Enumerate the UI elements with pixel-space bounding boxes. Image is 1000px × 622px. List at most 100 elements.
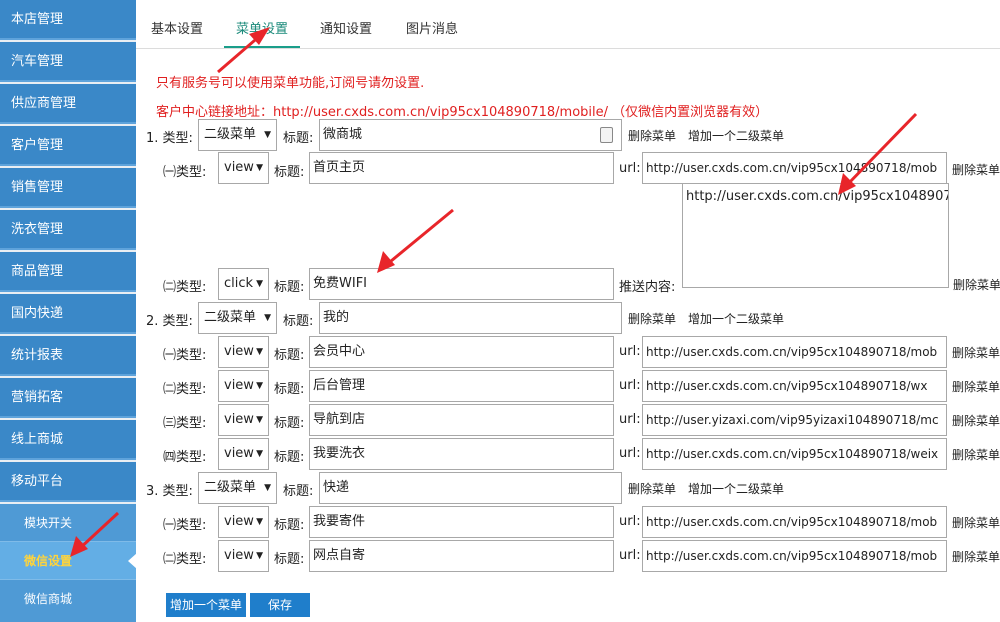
sub-3-1-delete[interactable]: 删除菜单 xyxy=(952,514,1000,531)
sub-2-1-url-input[interactable]: http://user.cxds.com.cn/vip95cx104890718… xyxy=(642,336,947,368)
chevron-down-icon: ▼ xyxy=(256,381,263,391)
sidebar-item-sales[interactable]: 销售管理 xyxy=(0,168,136,208)
sidebar-sub-wechat-mall[interactable]: 微信商城 xyxy=(0,580,136,622)
chevron-down-icon: ▼ xyxy=(256,415,263,425)
sub-3-1-url-input[interactable]: http://user.cxds.com.cn/vip95cx104890718… xyxy=(642,506,947,538)
sub-1-1-type-select[interactable]: view ▼ xyxy=(218,152,269,184)
sub-2-2-type-select[interactable]: view ▼ xyxy=(218,370,269,402)
contact-card-icon xyxy=(600,127,613,143)
menu-3-title-input[interactable]: 快递 xyxy=(319,472,622,504)
sidebar-item-store[interactable]: 本店管理 xyxy=(0,0,136,40)
sub-2-3-delete[interactable]: 删除菜单 xyxy=(952,412,1000,429)
sub-2-4-title-input[interactable]: 我要洗衣 xyxy=(309,438,614,470)
sub-2-2-title-label: 标题: xyxy=(274,382,305,397)
menu-1-title-label: 标题: xyxy=(283,131,314,146)
sidebar-sub-module-switch[interactable]: 模块开关 xyxy=(0,504,136,542)
menu-1-label: 1. 类型: xyxy=(146,131,193,146)
sub-1-2-type-select[interactable]: click ▼ xyxy=(218,268,269,300)
menu-2-add-sub[interactable]: 增加一个二级菜单 xyxy=(688,310,784,327)
sub-2-1-title-input[interactable]: 会员中心 xyxy=(309,336,614,368)
sub-3-2-url-label: url: xyxy=(619,548,641,563)
chevron-down-icon: ▼ xyxy=(256,347,263,357)
sidebar-item-customer[interactable]: 客户管理 xyxy=(0,126,136,166)
sub-2-3-type-select[interactable]: view ▼ xyxy=(218,404,269,436)
sub-3-2-delete[interactable]: 删除菜单 xyxy=(952,548,1000,565)
menu-3-type-select[interactable]: 二级菜单 ▼ xyxy=(198,472,277,504)
sub-2-3-url-label: url: xyxy=(619,412,641,427)
chevron-down-icon: ▼ xyxy=(256,517,263,527)
tab-image-message[interactable]: 图片消息 xyxy=(406,18,458,48)
sidebar-item-mobile[interactable]: 移动平台 xyxy=(0,462,136,502)
sub-2-1-delete[interactable]: 删除菜单 xyxy=(952,344,1000,361)
menu-1-add-sub[interactable]: 增加一个二级菜单 xyxy=(688,127,784,144)
sidebar-item-marketing[interactable]: 营销拓客 xyxy=(0,378,136,418)
sidebar-item-laundry[interactable]: 洗衣管理 xyxy=(0,210,136,250)
sub-1-2-content-textarea[interactable]: http://user.cxds.com.cn/vip95cx104890718… xyxy=(682,183,949,288)
sub-1-1-title-input[interactable]: 首页主页 xyxy=(309,152,614,184)
tab-basic-settings[interactable]: 基本设置 xyxy=(151,18,203,48)
sub-2-1-url-label: url: xyxy=(619,344,641,359)
sub-2-4-delete[interactable]: 删除菜单 xyxy=(952,446,1000,463)
tab-bar: 基本设置 菜单设置 通知设置 图片消息 xyxy=(136,0,1000,49)
sub-2-3-url-input[interactable]: http://user.yizaxi.com/vip95yizaxi104890… xyxy=(642,404,947,436)
menu-1-title-input[interactable]: 微商城 xyxy=(319,119,622,151)
sub-1-1-delete[interactable]: 删除菜单 xyxy=(952,161,1000,178)
sub-1-1-url-input[interactable]: http://user.cxds.com.cn/vip95cx104890718… xyxy=(642,152,947,184)
tab-notify-settings[interactable]: 通知设置 xyxy=(320,18,372,48)
menu-2-label: 2. 类型: xyxy=(146,314,193,329)
sub-1-2-title-label: 标题: xyxy=(274,280,305,295)
menu-3-title-label: 标题: xyxy=(283,484,314,499)
menu-3-delete[interactable]: 删除菜单 xyxy=(628,480,676,497)
sub-2-4-url-input[interactable]: http://user.cxds.com.cn/vip95cx104890718… xyxy=(642,438,947,470)
sub-1-2-push-label: 推送内容: xyxy=(619,280,676,295)
sub-1-1-label: ㈠类型: xyxy=(163,165,207,180)
add-menu-button[interactable]: 增加一个菜单 xyxy=(166,593,246,617)
sub-2-4-type-select[interactable]: view ▼ xyxy=(218,438,269,470)
sub-2-2-title-input[interactable]: 后台管理 xyxy=(309,370,614,402)
chevron-down-icon: ▼ xyxy=(256,449,263,459)
sidebar: 本店管理 汽车管理 供应商管理 客户管理 销售管理 洗衣管理 商品管理 国内快递… xyxy=(0,0,137,622)
chevron-down-icon: ▼ xyxy=(264,313,271,323)
chevron-down-icon: ▼ xyxy=(256,279,263,289)
sub-2-2-delete[interactable]: 删除菜单 xyxy=(952,378,1000,395)
menu-3-add-sub[interactable]: 增加一个二级菜单 xyxy=(688,480,784,497)
sub-2-2-url-label: url: xyxy=(619,378,641,393)
menu-1-delete[interactable]: 删除菜单 xyxy=(628,127,676,144)
sub-3-1-title-label: 标题: xyxy=(274,518,305,533)
sub-3-1-label: ㈠类型: xyxy=(163,518,207,533)
sub-3-2-title-label: 标题: xyxy=(274,552,305,567)
sub-2-3-title-input[interactable]: 导航到店 xyxy=(309,404,614,436)
sub-3-1-title-input[interactable]: 我要寄件 xyxy=(309,506,614,538)
tab-menu-settings[interactable]: 菜单设置 xyxy=(224,18,301,48)
sub-1-2-delete[interactable]: 删除菜单 xyxy=(953,276,1000,293)
sub-2-2-url-input[interactable]: http://user.cxds.com.cn/vip95cx104890718… xyxy=(642,370,947,402)
menu-1-type-select[interactable]: 二级菜单 ▼ xyxy=(198,119,277,151)
sidebar-item-online-mall[interactable]: 线上商城 xyxy=(0,420,136,460)
menu-2-delete[interactable]: 删除菜单 xyxy=(628,310,676,327)
sidebar-item-express[interactable]: 国内快递 xyxy=(0,294,136,334)
chevron-down-icon: ▼ xyxy=(256,551,263,561)
menu-2-title-input[interactable]: 我的 xyxy=(319,302,622,334)
sidebar-item-goods[interactable]: 商品管理 xyxy=(0,252,136,292)
sub-2-1-type-select[interactable]: view ▼ xyxy=(218,336,269,368)
sub-2-3-label: ㈢类型: xyxy=(163,416,207,431)
sidebar-item-supplier[interactable]: 供应商管理 xyxy=(0,84,136,124)
sub-3-2-url-input[interactable]: http://user.cxds.com.cn/vip95cx104890718… xyxy=(642,540,947,572)
sub-2-1-label: ㈠类型: xyxy=(163,348,207,363)
sub-3-2-title-input[interactable]: 网点自寄 xyxy=(309,540,614,572)
save-button[interactable]: 保存 xyxy=(250,593,310,617)
sidebar-item-reports[interactable]: 统计报表 xyxy=(0,336,136,376)
sub-3-2-type-select[interactable]: view ▼ xyxy=(218,540,269,572)
sub-3-1-type-select[interactable]: view ▼ xyxy=(218,506,269,538)
menu-2-title-label: 标题: xyxy=(283,314,314,329)
sidebar-item-car[interactable]: 汽车管理 xyxy=(0,42,136,82)
chevron-down-icon: ▼ xyxy=(264,130,271,140)
menu-2-type-select[interactable]: 二级菜单 ▼ xyxy=(198,302,277,334)
sidebar-sub-wechat-settings[interactable]: 微信设置 xyxy=(0,542,137,580)
sub-1-2-title-input[interactable]: 免费WIFI xyxy=(309,268,614,300)
sub-2-4-label: ㈣类型: xyxy=(163,450,207,465)
notice-customer-link: 客户中心链接地址：http://user.cxds.com.cn/vip95cx… xyxy=(156,105,769,120)
sub-2-4-title-label: 标题: xyxy=(274,450,305,465)
sub-2-2-label: ㈡类型: xyxy=(163,382,207,397)
sub-1-1-url-label: url: xyxy=(619,161,641,176)
